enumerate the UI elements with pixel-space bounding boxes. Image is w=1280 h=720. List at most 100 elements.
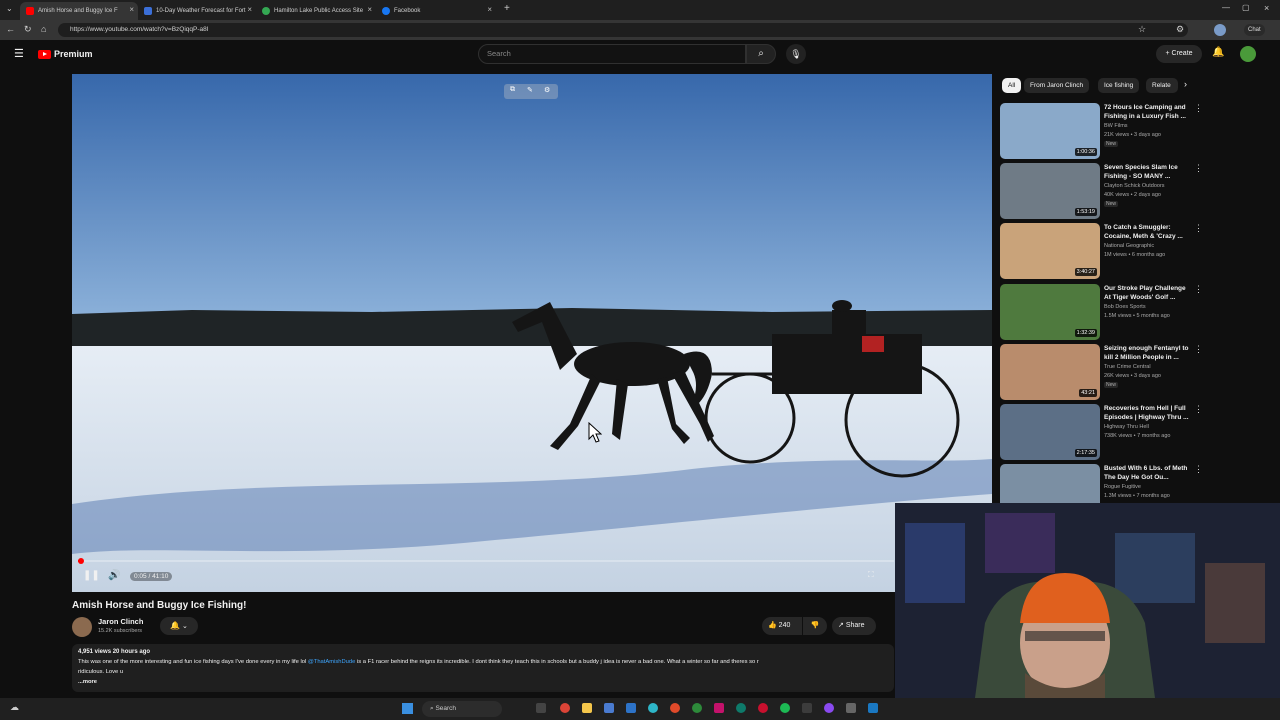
picture-in-picture-icon[interactable]: ⧉ [510, 86, 515, 94]
recommendation-channel[interactable]: National Geographic [1104, 243, 1154, 249]
dislike-button[interactable]: 👎 [803, 617, 827, 635]
spotify-icon[interactable] [780, 703, 790, 713]
app-icon[interactable] [868, 703, 878, 713]
app-icon[interactable] [714, 703, 724, 713]
recommendation-item[interactable]: 1:00:36 72 Hours Ice Camping and Fishing … [1000, 103, 1203, 159]
recommendation-title[interactable]: Seizing enough Fentanyl to kill 2 Millio… [1104, 345, 1192, 362]
profile-avatar[interactable] [1214, 24, 1226, 36]
app-icon[interactable] [670, 703, 680, 713]
more-options-icon[interactable]: ⋮ [1194, 284, 1203, 295]
recommendation-channel[interactable]: True Crime Central [1104, 364, 1151, 370]
more-options-icon[interactable]: ⋮ [1194, 464, 1203, 475]
video-thumbnail[interactable]: 1:32:39 [1000, 284, 1100, 340]
app-icon[interactable] [736, 703, 746, 713]
app-icon[interactable] [824, 703, 834, 713]
close-icon[interactable]: × [247, 5, 252, 14]
maximize-icon[interactable]: ▢ [1242, 3, 1250, 12]
fullscreen-icon[interactable]: ⛶ [868, 570, 874, 580]
recommendation-title[interactable]: Busted With 6 Lbs. of Meth The Day He Go… [1104, 465, 1192, 482]
settings-icon[interactable]: ⚙ [544, 86, 550, 94]
close-window-icon[interactable]: × [1264, 3, 1269, 13]
reload-icon[interactable]: ↻ [24, 24, 32, 35]
app-icon[interactable] [846, 703, 856, 713]
edge-icon[interactable] [648, 703, 658, 713]
home-icon[interactable]: ⌂ [41, 24, 46, 34]
close-icon[interactable]: × [367, 5, 372, 14]
chrome-icon[interactable] [560, 703, 570, 713]
recommendation-channel[interactable]: Bob Does Sports [1104, 304, 1146, 310]
video-thumbnail[interactable]: 1:53:19 [1000, 163, 1100, 219]
more-options-icon[interactable]: ⋮ [1194, 344, 1203, 355]
recommendation-title[interactable]: Recoveries from Hell | Full Episodes | H… [1104, 405, 1192, 422]
more-options-icon[interactable]: ⋮ [1194, 103, 1203, 114]
progress-scrubber[interactable] [78, 558, 84, 564]
create-button[interactable]: + Create [1156, 45, 1202, 63]
recommendation-channel[interactable]: Highway Thru Hell [1104, 424, 1149, 430]
chip-all[interactable]: All [1002, 78, 1022, 93]
recommendation-title[interactable]: Our Stroke Play Challenge At Tiger Woods… [1104, 285, 1192, 302]
minimize-icon[interactable]: — [1222, 3, 1230, 12]
app-icon[interactable] [802, 703, 812, 713]
show-more-link[interactable]: ...more [78, 679, 97, 685]
youtube-logo[interactable]: Premium [38, 49, 93, 59]
app-icon[interactable] [626, 703, 636, 713]
recommendation-item[interactable]: 2:17:35 Recoveries from Hell | Full Episo… [1000, 404, 1203, 460]
tab-weather[interactable]: 10-Day Weather Forecast for Fort × [138, 2, 256, 20]
video-thumbnail[interactable]: 43:21 [1000, 344, 1100, 400]
recommendation-channel[interactable]: Clayton Schick Outdoors [1104, 183, 1165, 189]
subscribed-button[interactable]: 🔔 ⌄ [160, 617, 198, 635]
recommendation-item[interactable]: 43:21 Seizing enough Fentanyl to kill 2 M… [1000, 344, 1203, 400]
tab-youtube[interactable]: Amish Horse and Buggy Ice F × [20, 2, 138, 20]
extensions-icon[interactable]: ⚙ [1176, 24, 1184, 35]
edit-icon[interactable]: ✎ [527, 86, 533, 94]
recommendation-item[interactable]: 1:53:19 Seven Species Slam Ice Fishing - … [1000, 163, 1203, 219]
like-button[interactable]: 👍 240 [762, 617, 802, 635]
taskview-icon[interactable] [536, 703, 546, 713]
recommendation-title[interactable]: To Catch a Smuggler: Cocaine, Meth & 'Cr… [1104, 224, 1192, 241]
tab-hamilton-lake[interactable]: Hamilton Lake Public Access Site × [256, 2, 376, 20]
bookmark-star-icon[interactable]: ☆ [1138, 24, 1146, 35]
widgets-icon[interactable]: ☁ [10, 702, 19, 713]
notifications-bell-icon[interactable]: 🔔 [1212, 47, 1224, 58]
search-input[interactable]: Search [478, 44, 746, 64]
recommendation-channel[interactable]: Rogue Fugitive [1104, 484, 1141, 490]
chat-button[interactable]: Chat [1244, 24, 1265, 36]
url-field[interactable]: https://www.youtube.com/watch?v=BzQiqqP-… [58, 23, 1188, 37]
chip-from-channel[interactable]: From Jaron Clinch [1024, 78, 1090, 93]
app-icon[interactable] [692, 703, 702, 713]
share-button[interactable]: ↗ Share [832, 617, 876, 635]
voice-search-button[interactable]: 🎙 [786, 44, 806, 64]
recommendation-item[interactable]: 3:40:27 To Catch a Smuggler: Cocaine, Met… [1000, 223, 1203, 279]
channel-name[interactable]: Jaron Clinch [98, 617, 143, 626]
close-icon[interactable]: × [129, 5, 134, 14]
channel-avatar[interactable] [72, 617, 92, 637]
tab-list-icon[interactable]: ⌄ [6, 4, 13, 13]
app-icon[interactable] [604, 703, 614, 713]
tab-facebook[interactable]: Facebook × [376, 2, 496, 20]
chevron-right-icon[interactable]: › [1184, 79, 1187, 89]
video-player[interactable]: ⧉ ✎ ⚙ ❚❚ 🔊 0:05 / 41:10 ⛶ [72, 74, 992, 592]
volume-icon[interactable]: 🔊 [108, 570, 120, 581]
account-avatar[interactable] [1240, 46, 1256, 62]
chip-related[interactable]: Relate [1146, 78, 1178, 93]
menu-hamburger-icon[interactable]: ☰ [14, 47, 24, 60]
recommendation-channel[interactable]: BW Films [1104, 123, 1128, 129]
search-button[interactable]: ⌕ [746, 44, 776, 64]
pause-icon[interactable]: ❚❚ [83, 570, 100, 581]
new-tab-button[interactable]: + [504, 3, 510, 14]
recommendation-title[interactable]: Seven Species Slam Ice Fishing - SO MANY… [1104, 164, 1192, 181]
more-options-icon[interactable]: ⋮ [1194, 223, 1203, 234]
recommendation-title[interactable]: 72 Hours Ice Camping and Fishing in a Lu… [1104, 104, 1192, 121]
chip-ice-fishing[interactable]: Ice fishing [1098, 78, 1140, 93]
video-thumbnail[interactable]: 1:00:36 [1000, 103, 1100, 159]
video-thumbnail[interactable]: 3:40:27 [1000, 223, 1100, 279]
windows-start-icon[interactable] [402, 703, 413, 714]
close-icon[interactable]: × [487, 5, 492, 14]
back-icon[interactable]: ← [6, 24, 15, 34]
more-options-icon[interactable]: ⋮ [1194, 163, 1203, 174]
video-thumbnail[interactable]: 2:17:35 [1000, 404, 1100, 460]
recommendation-item[interactable]: 1:32:39 Our Stroke Play Challenge At Tige… [1000, 284, 1203, 340]
taskbar-search[interactable]: ⌕ Search [422, 701, 502, 717]
description-box[interactable]: 4,951 views 20 hours ago This was one of… [72, 644, 894, 692]
app-icon[interactable] [758, 703, 768, 713]
